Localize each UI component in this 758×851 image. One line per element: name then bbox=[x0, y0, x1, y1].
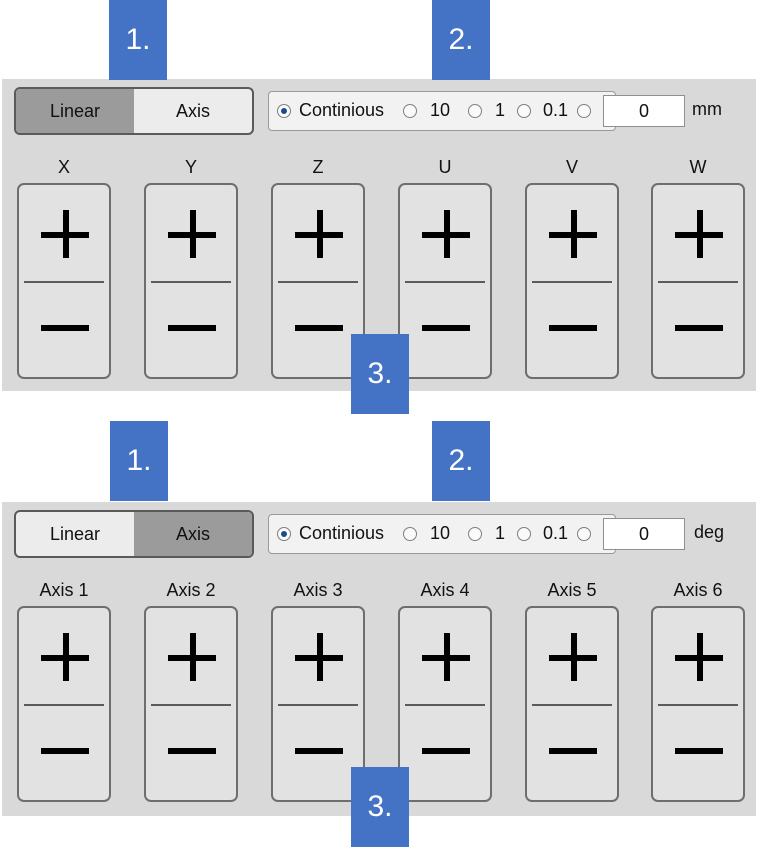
axis-label-w: W bbox=[689, 157, 707, 177]
step-1-label: 1 bbox=[495, 523, 506, 543]
axis-label-x: X bbox=[57, 157, 70, 177]
axis-label-2: Axis 2 bbox=[166, 580, 216, 600]
jog-minus-axis-3-button[interactable] bbox=[273, 704, 363, 800]
step-0-1-label: 0.1 bbox=[543, 523, 569, 543]
jog-x bbox=[17, 183, 111, 379]
step-value-input[interactable]: 0 bbox=[603, 95, 685, 127]
jog-minus-w-button[interactable] bbox=[653, 281, 743, 377]
axis-mode-button[interactable]: Axis bbox=[134, 512, 252, 556]
jog-minus-z-button[interactable] bbox=[273, 281, 363, 377]
step-0-1-radio[interactable] bbox=[517, 104, 531, 118]
continuous-radio[interactable] bbox=[277, 527, 291, 541]
axis-label-4: Axis 4 bbox=[420, 580, 470, 600]
callout-3: 3. bbox=[351, 334, 409, 414]
jog-plus-v-button[interactable] bbox=[527, 185, 617, 281]
step-0-1-label: 0.1 bbox=[543, 100, 569, 120]
jog-plus-w-button[interactable] bbox=[653, 185, 743, 281]
jog-minus-axis-4-button[interactable] bbox=[400, 704, 490, 800]
jog-minus-axis-6-button[interactable] bbox=[653, 704, 743, 800]
mode-toggle: Linear Axis bbox=[14, 510, 254, 558]
jog-axis-4 bbox=[398, 606, 492, 802]
step-10-label: 10 bbox=[430, 100, 451, 120]
jog-plus-x-button[interactable] bbox=[19, 185, 109, 281]
axis-label-y: Y bbox=[184, 157, 197, 177]
linear-mode-button[interactable]: Linear bbox=[16, 512, 134, 556]
jog-u bbox=[398, 183, 492, 379]
axis-label-6: Axis 6 bbox=[673, 580, 723, 600]
callout-2: 2. bbox=[432, 421, 490, 501]
jog-w bbox=[651, 183, 745, 379]
jog-axis-5 bbox=[525, 606, 619, 802]
axis-label-v: V bbox=[565, 157, 578, 177]
jog-minus-u-button[interactable] bbox=[400, 281, 490, 377]
step-10-radio[interactable] bbox=[403, 527, 417, 541]
jog-minus-x-button[interactable] bbox=[19, 281, 109, 377]
callout-3: 3. bbox=[351, 767, 409, 847]
axis-label-5: Axis 5 bbox=[547, 580, 597, 600]
custom-step-radio[interactable] bbox=[577, 527, 591, 541]
jog-plus-y-button[interactable] bbox=[146, 185, 236, 281]
unit-label: deg bbox=[694, 522, 725, 542]
step-1-label: 1 bbox=[495, 100, 506, 120]
step-size-bar: Continious 10 1 0.1 0 bbox=[268, 91, 685, 131]
axis-label-3: Axis 3 bbox=[293, 580, 343, 600]
mode-toggle: Linear Axis bbox=[14, 87, 254, 135]
jog-plus-u-button[interactable] bbox=[400, 185, 490, 281]
axis-mode-button[interactable]: Axis bbox=[134, 89, 252, 133]
custom-step-radio[interactable] bbox=[577, 104, 591, 118]
jog-plus-axis-4-button[interactable] bbox=[400, 608, 490, 704]
jog-axis-1 bbox=[17, 606, 111, 802]
jog-axis-6 bbox=[651, 606, 745, 802]
axis-label-u: U bbox=[438, 157, 452, 177]
step-10-radio[interactable] bbox=[403, 104, 417, 118]
step-10-label: 10 bbox=[430, 523, 451, 543]
jog-plus-axis-6-button[interactable] bbox=[653, 608, 743, 704]
callout-2: 2. bbox=[432, 0, 490, 80]
callout-1: 1. bbox=[110, 421, 168, 501]
axis-label-1: Axis 1 bbox=[39, 580, 89, 600]
step-1-radio[interactable] bbox=[468, 104, 482, 118]
step-size-bar: Continious 10 1 0.1 0 bbox=[268, 514, 685, 554]
jog-plus-axis-1-button[interactable] bbox=[19, 608, 109, 704]
jog-minus-axis-2-button[interactable] bbox=[146, 704, 236, 800]
jog-minus-axis-5-button[interactable] bbox=[527, 704, 617, 800]
unit-label: mm bbox=[692, 99, 722, 119]
step-0-1-radio[interactable] bbox=[517, 527, 531, 541]
callout-1: 1. bbox=[109, 0, 167, 80]
jog-minus-axis-1-button[interactable] bbox=[19, 704, 109, 800]
jog-axis-2 bbox=[144, 606, 238, 802]
continuous-radio[interactable] bbox=[277, 104, 291, 118]
jog-plus-z-button[interactable] bbox=[273, 185, 363, 281]
jog-y bbox=[144, 183, 238, 379]
jog-plus-axis-5-button[interactable] bbox=[527, 608, 617, 704]
jog-minus-y-button[interactable] bbox=[146, 281, 236, 377]
jog-minus-v-button[interactable] bbox=[527, 281, 617, 377]
continuous-label: Continious bbox=[299, 100, 385, 120]
jog-plus-axis-3-button[interactable] bbox=[273, 608, 363, 704]
step-value-input[interactable]: 0 bbox=[603, 518, 685, 550]
jog-v bbox=[525, 183, 619, 379]
jog-plus-axis-2-button[interactable] bbox=[146, 608, 236, 704]
continuous-label: Continious bbox=[299, 523, 385, 543]
linear-mode-button[interactable]: Linear bbox=[16, 89, 134, 133]
axis-label-z: Z bbox=[312, 157, 324, 177]
step-1-radio[interactable] bbox=[468, 527, 482, 541]
